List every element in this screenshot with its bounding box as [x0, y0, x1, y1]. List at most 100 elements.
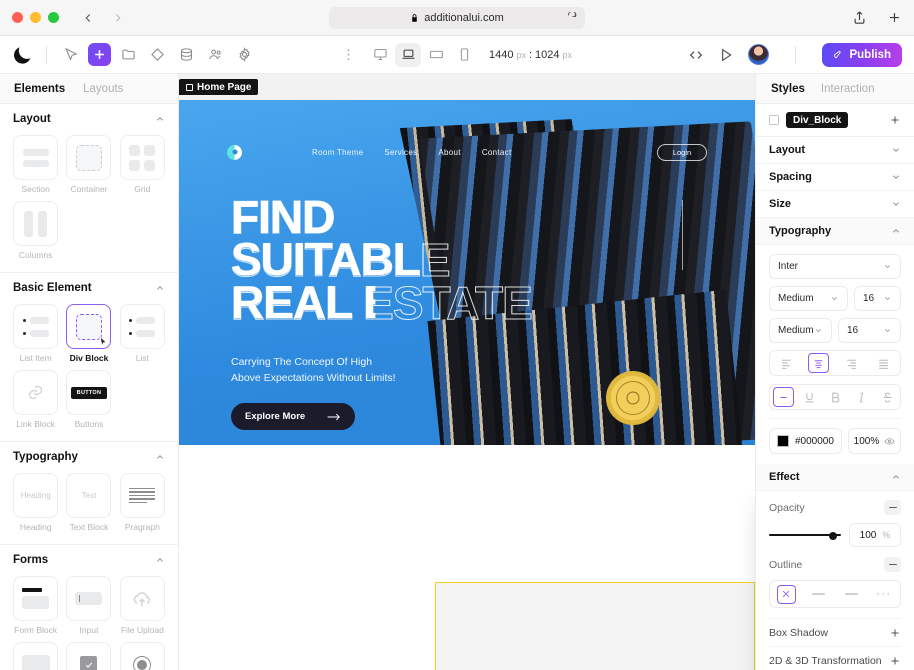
element-form-block[interactable]: Form Block	[13, 576, 59, 635]
bold-button[interactable]	[822, 385, 848, 409]
outline-more-button[interactable]: ···	[868, 587, 901, 599]
site-logo-icon[interactable]	[227, 144, 242, 160]
add-tool[interactable]	[88, 43, 111, 66]
url-bar[interactable]: additionalui.com	[329, 6, 585, 29]
explore-more-button[interactable]: Explore More	[231, 403, 356, 430]
publish-button[interactable]: Publish	[822, 42, 902, 67]
checkbox-icon[interactable]	[769, 115, 779, 125]
section-layout-header[interactable]: Layout	[13, 113, 165, 125]
element-paragraph[interactable]: Pragraph	[119, 473, 165, 532]
element-container[interactable]: Container	[66, 135, 112, 194]
italic-button[interactable]	[848, 385, 874, 409]
device-tablet[interactable]	[423, 43, 449, 67]
minimize-window-button[interactable]	[30, 12, 41, 23]
plus-icon[interactable]	[889, 627, 901, 639]
element-div-block[interactable]: Div Block	[66, 304, 112, 363]
align-justify-button[interactable]	[868, 351, 901, 375]
element-input[interactable]: Input	[66, 576, 112, 635]
nav-link-about[interactable]: About	[438, 148, 460, 157]
element-buttons[interactable]: BUTTON Buttons	[66, 370, 112, 429]
element-link-block[interactable]: Link Block	[13, 370, 59, 429]
back-arrow-icon[interactable]	[81, 11, 95, 25]
element-file-upload[interactable]: File Upload	[119, 576, 165, 635]
accordion-layout[interactable]: Layout	[756, 137, 914, 164]
selected-div-block[interactable]	[435, 582, 755, 670]
device-desktop[interactable]	[367, 43, 393, 67]
pages-tool[interactable]	[117, 43, 140, 66]
login-button[interactable]: Login	[657, 143, 707, 161]
plus-icon[interactable]	[889, 114, 901, 126]
reload-icon[interactable]	[566, 12, 577, 23]
code-brackets-icon[interactable]	[688, 47, 704, 63]
kebab-menu-icon[interactable]: ⋮	[342, 48, 355, 61]
tab-layouts[interactable]: Layouts	[83, 83, 123, 95]
font-size-select[interactable]: 16	[854, 286, 901, 311]
element-text-block[interactable]: Text Text Block	[66, 473, 112, 532]
tab-interaction[interactable]: Interaction	[821, 83, 875, 95]
section-forms-header[interactable]: Forms	[13, 554, 165, 566]
hero-section[interactable]: Room Theme Services About Contact Login …	[179, 100, 755, 445]
remove-outline-button[interactable]	[884, 557, 901, 572]
nav-link-room-theme[interactable]: Room Theme	[312, 148, 363, 157]
opacity-slider[interactable]	[769, 528, 841, 542]
plus-icon[interactable]	[889, 655, 901, 667]
element-checkbox[interactable]	[66, 642, 112, 670]
font-family-select[interactable]: Inter	[769, 254, 901, 279]
element-textarea[interactable]	[13, 642, 59, 670]
decoration-none-button[interactable]	[770, 385, 796, 409]
remove-opacity-button[interactable]	[884, 500, 901, 515]
text-color-picker[interactable]: #000000	[769, 428, 842, 454]
transformation-row[interactable]: 2D & 3D Transformation	[769, 646, 901, 670]
accordion-typography[interactable]: Typography	[756, 218, 914, 245]
strikethrough-button[interactable]	[874, 385, 900, 409]
moon-logo-icon[interactable]	[12, 44, 34, 66]
page-badge[interactable]: Home Page	[179, 79, 259, 95]
align-left-button[interactable]	[770, 351, 803, 375]
user-avatar[interactable]	[748, 44, 770, 65]
maximize-window-button[interactable]	[48, 12, 59, 23]
element-section[interactable]: Section	[13, 135, 59, 194]
element-list-item[interactable]: List Item	[13, 304, 59, 363]
play-icon[interactable]	[718, 47, 734, 63]
opacity-value-field[interactable]: 100 %	[849, 523, 901, 547]
collaborators-tool[interactable]	[204, 43, 227, 66]
section-typography-header[interactable]: Typography	[13, 451, 165, 463]
underline-button[interactable]	[796, 385, 822, 409]
cms-tool[interactable]	[175, 43, 198, 66]
tab-styles[interactable]: Styles	[771, 83, 805, 95]
letter-spacing-select[interactable]: 16	[838, 318, 901, 343]
element-list[interactable]: List	[119, 304, 165, 363]
components-tool[interactable]	[146, 43, 169, 66]
share-icon[interactable]	[852, 10, 867, 25]
nav-link-contact[interactable]: Contact	[482, 148, 512, 157]
accordion-size[interactable]: Size	[756, 191, 914, 218]
line-height-select[interactable]: Medium	[769, 318, 832, 343]
outline-none-button[interactable]	[770, 584, 803, 604]
viewport-dimensions[interactable]: 1440 px : 1024 px	[489, 49, 572, 61]
cursor-tool[interactable]	[59, 43, 82, 66]
outline-solid-button[interactable]	[803, 593, 836, 595]
nav-link-services[interactable]: Services	[384, 148, 417, 157]
text-opacity-field[interactable]: 100%	[847, 428, 901, 454]
accordion-effect[interactable]: Effect	[756, 464, 914, 491]
element-grid[interactable]: Grid	[119, 135, 165, 194]
section-basic-header[interactable]: Basic Element	[13, 282, 165, 294]
tab-elements[interactable]: Elements	[14, 83, 65, 95]
box-shadow-row[interactable]: Box Shadow	[769, 618, 901, 646]
design-canvas[interactable]: Home Page Room Theme Services About Cont…	[179, 74, 755, 670]
selected-class-chip[interactable]: Div_Block	[786, 112, 849, 128]
settings-tool[interactable]	[233, 43, 256, 66]
element-radio[interactable]	[119, 642, 165, 670]
device-laptop[interactable]	[394, 42, 421, 67]
device-mobile[interactable]	[451, 43, 477, 67]
font-weight-select[interactable]: Medium	[769, 286, 848, 311]
new-tab-plus-icon[interactable]	[887, 10, 902, 25]
close-window-button[interactable]	[12, 12, 23, 23]
eye-icon[interactable]	[884, 436, 895, 447]
align-center-button[interactable]	[803, 351, 836, 375]
element-columns[interactable]: Columns	[13, 201, 59, 260]
outline-dashed-button[interactable]	[835, 593, 868, 595]
accordion-spacing[interactable]: Spacing	[756, 164, 914, 191]
element-heading[interactable]: Heading Heading	[13, 473, 59, 532]
forward-arrow-icon[interactable]	[111, 11, 125, 25]
